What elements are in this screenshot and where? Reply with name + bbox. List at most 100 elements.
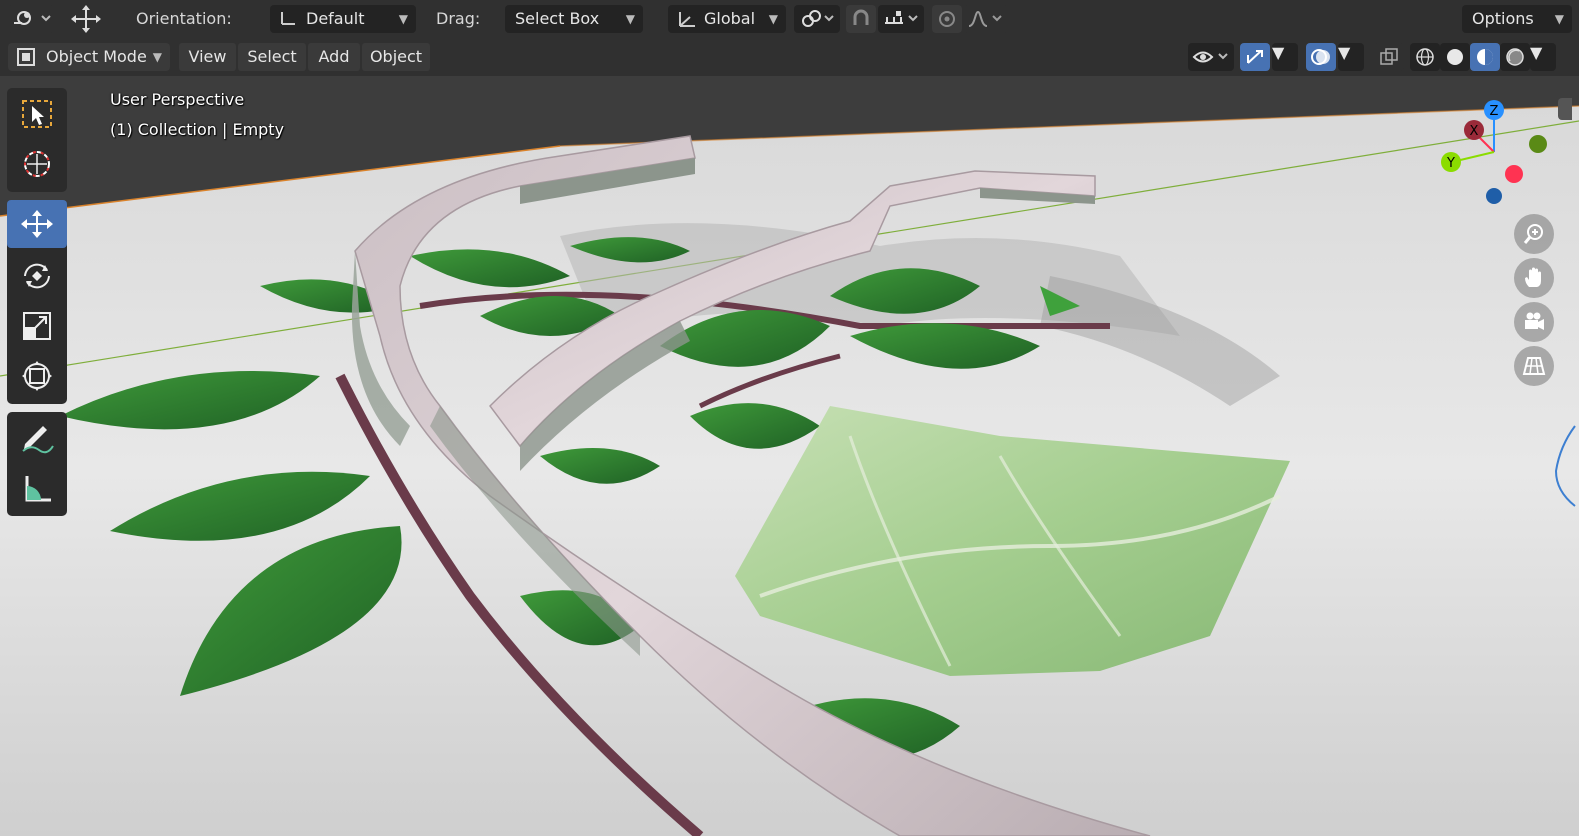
axis-z-label: Z — [1490, 104, 1499, 119]
tool-scale[interactable] — [7, 302, 67, 350]
3d-viewport[interactable]: User Perspective (1) Collection | Empty — [0, 76, 1579, 836]
drag-value: Select Box — [515, 9, 600, 28]
orientation-value: Default — [306, 9, 365, 28]
chevron-down-icon: ▼ — [152, 50, 162, 64]
chevron-down-icon: ▼ — [1338, 43, 1351, 62]
mode-value: Object Mode — [46, 47, 147, 66]
measure-icon — [25, 476, 51, 502]
options-dropdown[interactable]: Options ▼ — [1462, 5, 1572, 33]
link-icon — [802, 10, 834, 27]
viewport-header: Object Mode ▼ View Select Add Object ▼ ▼ — [0, 38, 1579, 76]
axis-neg-z-handle — [1486, 188, 1502, 204]
scale-icon — [23, 312, 51, 340]
eye-icon — [1192, 51, 1228, 63]
xray-icon — [1380, 48, 1398, 65]
perspective-label: User Perspective — [110, 90, 245, 109]
tool-rotate[interactable] — [7, 252, 67, 300]
drag-label: Drag: — [436, 9, 481, 28]
shading-dropdown[interactable]: ▼ — [1530, 43, 1556, 71]
menu-add[interactable]: Add — [308, 43, 360, 71]
zoom-icon — [1523, 224, 1543, 244]
move-icon — [21, 210, 53, 238]
transform-space-value: Global — [704, 9, 756, 28]
overlays-dropdown[interactable]: ▼ — [1338, 43, 1364, 71]
select-box-icon — [22, 100, 52, 128]
menu-view[interactable]: View — [179, 43, 236, 71]
pan-hand-icon — [1525, 267, 1541, 287]
chevron-down-icon: ▼ — [1272, 43, 1285, 62]
falloff-curve-icon — [968, 10, 1002, 27]
options-label: Options — [1472, 9, 1534, 28]
shading-rendered[interactable] — [1500, 43, 1530, 71]
shading-material-preview[interactable] — [1470, 43, 1500, 71]
menu-select[interactable]: Select — [238, 43, 306, 71]
chevron-down-icon: ▼ — [398, 12, 408, 26]
tool-move[interactable] — [7, 200, 67, 248]
falloff-dropdown[interactable] — [964, 5, 1008, 33]
mode-dropdown[interactable]: Object Mode ▼ — [8, 43, 170, 71]
tool-shelf-annotate-group — [7, 412, 67, 516]
pivot-icon — [14, 11, 51, 25]
gizmo-toggle[interactable] — [1240, 43, 1270, 71]
rotate-icon — [24, 263, 50, 289]
camera-view-button[interactable] — [1514, 302, 1554, 342]
visibility-dropdown[interactable] — [1188, 43, 1234, 71]
material-sphere-icon — [1477, 49, 1493, 65]
magnet-icon — [853, 9, 869, 25]
gizmo-arrows-icon — [1247, 50, 1263, 64]
axis-neg-x-handle — [1505, 165, 1523, 183]
drag-dropdown[interactable]: Select Box ▼ — [505, 5, 643, 33]
camera-icon — [1525, 312, 1544, 330]
orientation-label: Orientation: — [136, 9, 232, 28]
menu-object[interactable]: Object — [362, 43, 430, 71]
grid-ortho-icon — [1522, 357, 1546, 375]
tool-annotate[interactable] — [7, 414, 67, 462]
increment-icon — [885, 11, 918, 24]
snap-target-dropdown[interactable] — [794, 5, 840, 33]
tool-cursor[interactable] — [7, 140, 67, 188]
tool-transform[interactable] — [7, 352, 67, 400]
cursor-icon — [24, 151, 50, 177]
axis-x-label: X — [1470, 124, 1479, 139]
axis-y-label: Y — [1446, 156, 1455, 171]
ortho-toggle-button[interactable] — [1514, 346, 1554, 386]
wireframe-sphere-icon — [1416, 48, 1434, 66]
shading-solid[interactable] — [1440, 43, 1470, 71]
orientation-dropdown[interactable]: Default ▼ — [270, 5, 416, 33]
xray-toggle[interactable] — [1374, 43, 1404, 71]
collection-label: (1) Collection | Empty — [110, 120, 285, 139]
transform-icon — [22, 361, 52, 391]
orientation-axes-icon — [281, 12, 295, 25]
tool-select-box[interactable] — [7, 90, 67, 138]
shading-wireframe[interactable] — [1410, 43, 1440, 71]
navigation-gizmo[interactable]: Z X Y — [1430, 90, 1560, 210]
proportional-editing-toggle[interactable] — [932, 5, 962, 33]
object-mode-icon — [17, 48, 35, 66]
zoom-button[interactable] — [1514, 214, 1554, 254]
chevron-down-icon: ▼ — [625, 12, 635, 26]
sidebar-toggle[interactable] — [1558, 98, 1572, 120]
axis-neg-y-handle — [1529, 135, 1547, 153]
pan-button[interactable] — [1514, 258, 1554, 298]
tool-shelf-select-group — [7, 88, 67, 192]
rendered-sphere-icon — [1506, 48, 1524, 66]
overlays-toggle[interactable] — [1306, 43, 1336, 71]
snap-toggle[interactable] — [846, 5, 876, 33]
chevron-down-icon: ▼ — [768, 12, 778, 26]
tool-settings-bar: Orientation: Default ▼ Drag: Select Box … — [0, 0, 1579, 38]
tool-measure[interactable] — [7, 464, 67, 512]
scene-render — [0, 76, 1579, 836]
transform-space-dropdown[interactable]: Global ▼ — [668, 5, 786, 33]
annotate-icon — [22, 426, 54, 454]
overlays-icon — [1311, 49, 1330, 65]
solid-sphere-icon — [1447, 49, 1463, 65]
gizmo-dropdown[interactable]: ▼ — [1272, 43, 1298, 71]
global-axes-icon — [679, 12, 695, 27]
move-gizmo-icon[interactable] — [68, 2, 104, 36]
chevron-down-icon: ▼ — [1554, 12, 1564, 26]
transform-pivot-dropdown[interactable] — [8, 5, 54, 33]
proportional-editing-icon — [939, 11, 955, 27]
tool-shelf-transform-group — [7, 200, 67, 404]
chevron-down-icon: ▼ — [1530, 43, 1543, 62]
snap-increment-dropdown[interactable] — [878, 5, 924, 33]
